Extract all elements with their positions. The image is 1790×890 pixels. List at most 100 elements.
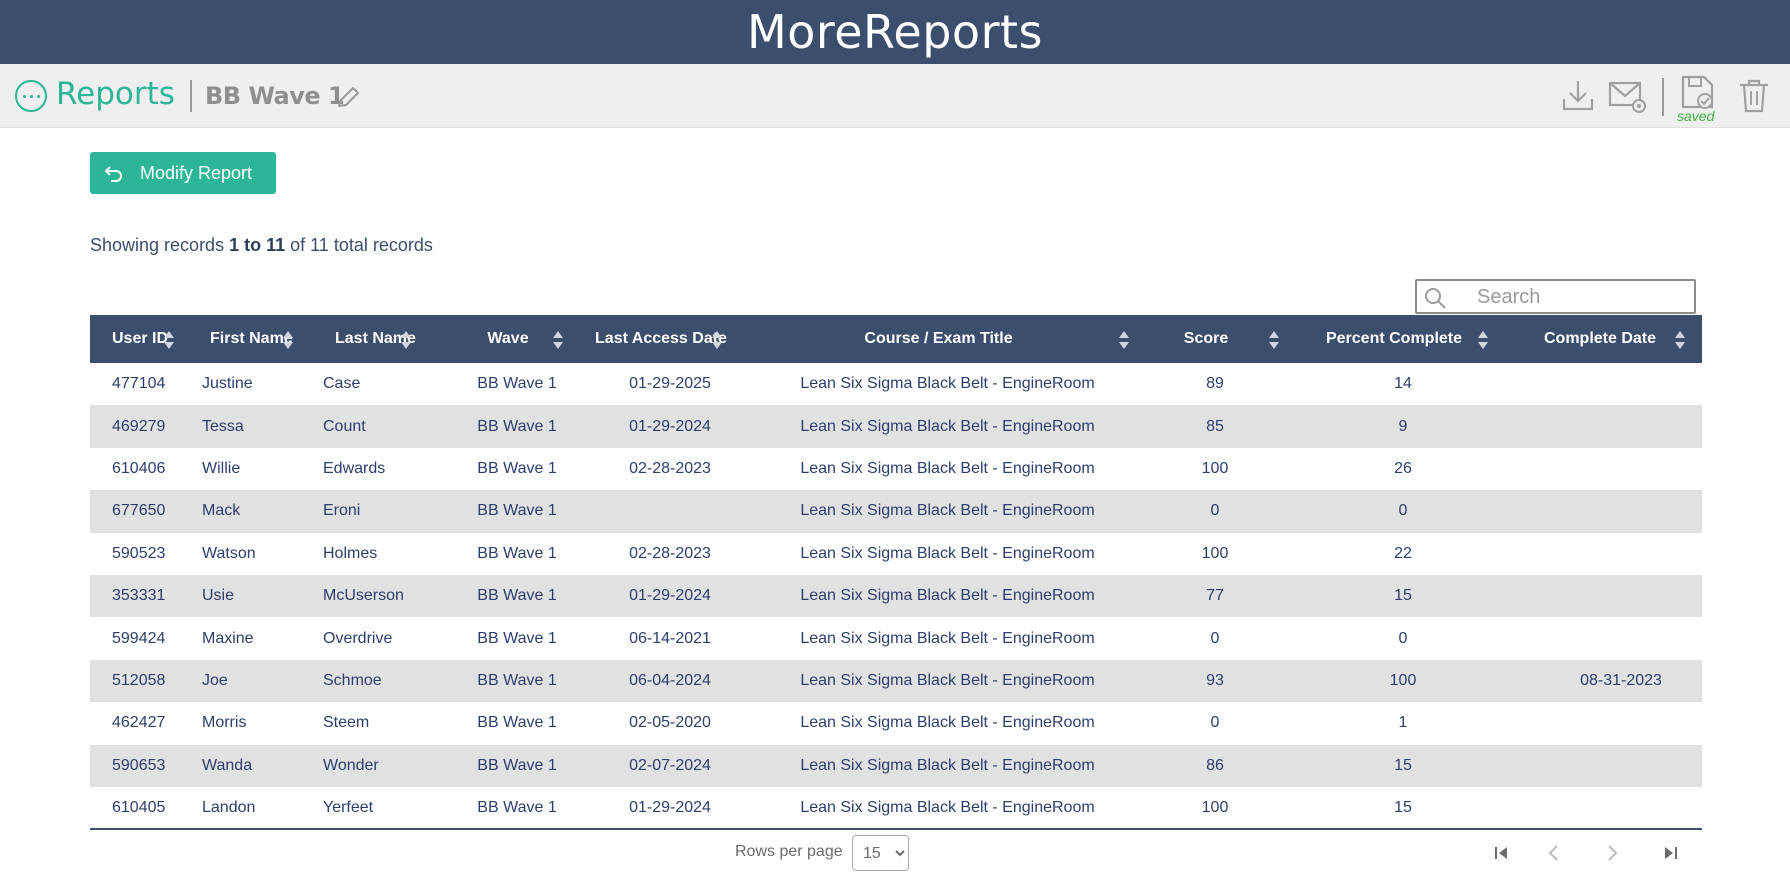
cell-score: 85 [1206, 417, 1224, 435]
rows-per-page-select[interactable]: 15 [852, 835, 909, 871]
cell-complete-date [1516, 490, 1702, 532]
cell-percent-complete: 0 [1398, 629, 1408, 647]
cell-wave: BB Wave 1 [477, 459, 557, 477]
cell-user-id: 610406 [112, 459, 166, 477]
cell-last-access-date: 01-29-2024 [629, 798, 711, 816]
download-icon[interactable] [1560, 77, 1596, 115]
column-header-course-exam-title[interactable]: Course / Exam Title [755, 315, 1140, 363]
next-page-icon[interactable] [1601, 842, 1623, 864]
app-title: MoreReports [747, 5, 1043, 59]
column-label-score: Score [1183, 330, 1229, 347]
cell-complete-date [1516, 745, 1702, 787]
sort-icon[interactable] [1477, 330, 1489, 350]
cell-last-name: Yerfeet [323, 798, 374, 816]
cell-wave: BB Wave 1 [477, 629, 557, 647]
table-row: 353331 Usie McUserson BB Wave 1 01-29-2024 Le… [90, 574, 1702, 618]
cell-complete-date [1516, 575, 1702, 617]
cell-percent-complete: 15 [1394, 756, 1412, 774]
cell-course-exam-title: Lean Six Sigma Black Belt - EngineRoom [800, 375, 1095, 393]
column-header-wave[interactable]: Wave [449, 315, 585, 363]
column-label-first-name: First Name [210, 330, 293, 347]
pencil-icon[interactable] [334, 84, 362, 112]
cell-percent-complete: 14 [1394, 375, 1412, 393]
sort-icon[interactable] [282, 330, 294, 350]
column-header-first-name[interactable]: First Name [194, 315, 315, 363]
cell-course-exam-title: Lean Six Sigma Black Belt - EngineRoom [800, 714, 1095, 732]
sort-icon[interactable] [163, 330, 175, 350]
table-row: 610405 Landon Yerfeet BB Wave 1 01-29-2024 Le… [90, 787, 1702, 829]
trash-icon[interactable] [1736, 77, 1772, 115]
cell-percent-complete: 22 [1394, 544, 1412, 562]
cell-score: 100 [1201, 459, 1229, 477]
cell-course-exam-title: Lean Six Sigma Black Belt - EngineRoom [800, 544, 1095, 562]
first-page-icon[interactable] [1490, 842, 1512, 864]
records-table: User ID First Name Last Name Wave Last Acces… [90, 315, 1702, 830]
search-icon [1425, 288, 1446, 309]
records-summary: Showing records 1 to 11 of 11 total reco… [90, 235, 433, 255]
cell-complete-date [1516, 448, 1702, 490]
report-toolbar: Reports BB Wave 1 saved [0, 64, 1790, 128]
cell-course-exam-title: Lean Six Sigma Black Belt - EngineRoom [800, 756, 1095, 774]
cell-course-exam-title: Lean Six Sigma Black Belt - EngineRoom [800, 629, 1095, 647]
cell-wave: BB Wave 1 [477, 587, 557, 605]
cell-first-name: Usie [202, 587, 235, 605]
cell-score: 0 [1210, 714, 1220, 732]
column-header-user-id[interactable]: User ID [90, 315, 194, 363]
cell-complete-date [1516, 617, 1702, 659]
cell-course-exam-title: Lean Six Sigma Black Belt - EngineRoom [800, 671, 1095, 689]
sort-icon[interactable] [1268, 330, 1280, 350]
column-header-last-name[interactable]: Last Name [315, 315, 449, 363]
column-label-percent-complete: Percent Complete [1325, 330, 1463, 347]
cell-percent-complete: 15 [1394, 587, 1412, 605]
cell-user-id: 477104 [112, 375, 166, 393]
column-header-percent-complete[interactable]: Percent Complete [1290, 315, 1516, 363]
cell-wave: BB Wave 1 [477, 671, 557, 689]
cell-last-access-date [585, 490, 755, 532]
cell-score: 86 [1206, 756, 1224, 774]
rows-per-page-label: Rows per page [735, 843, 843, 860]
column-label-last-access-date: Last Access Date [595, 330, 727, 347]
cell-last-access-date: 02-28-2023 [629, 459, 711, 477]
cell-first-name: Tessa [202, 417, 244, 435]
cell-last-name: McUserson [323, 587, 404, 605]
column-header-score[interactable]: Score [1140, 315, 1290, 363]
column-label-user-id: User ID [112, 330, 169, 347]
table-row: 462427 Morris Steem BB Wave 1 02-05-2020 Lean… [90, 702, 1702, 744]
search-input[interactable] [1477, 284, 1687, 310]
cell-user-id: 353331 [112, 587, 166, 605]
cell-percent-complete: 100 [1389, 671, 1417, 689]
section-title[interactable]: Reports [56, 76, 175, 112]
email-settings-icon[interactable] [1608, 77, 1648, 115]
modify-report-button[interactable]: Modify Report [90, 152, 276, 194]
cell-last-name: Count [323, 417, 366, 435]
cell-user-id: 469279 [112, 417, 166, 435]
sort-icon[interactable] [400, 330, 412, 350]
sort-icon[interactable] [1118, 330, 1130, 350]
column-header-complete-date[interactable]: Complete Date [1516, 315, 1702, 363]
more-options-icon[interactable] [15, 80, 47, 112]
cell-last-name: Steem [323, 714, 370, 732]
cell-score: 100 [1201, 544, 1229, 562]
last-page-icon[interactable] [1660, 842, 1682, 864]
cell-percent-complete: 26 [1394, 459, 1412, 477]
cell-percent-complete: 15 [1394, 798, 1412, 816]
cell-last-name: Case [323, 375, 361, 393]
previous-page-icon[interactable] [1543, 842, 1565, 864]
table-row: 590653 Wanda Wonder BB Wave 1 02-07-2024 Lean… [90, 744, 1702, 787]
sort-icon[interactable] [711, 330, 723, 350]
title-divider [190, 80, 192, 112]
cell-percent-complete: 1 [1398, 714, 1408, 732]
column-header-last-access-date[interactable]: Last Access Date [585, 315, 755, 363]
saved-status: saved [1677, 108, 1715, 124]
cell-user-id: 462427 [112, 714, 166, 732]
cell-first-name: Morris [202, 714, 247, 732]
sort-icon[interactable] [552, 330, 564, 350]
cell-wave: BB Wave 1 [477, 502, 557, 520]
search-box[interactable] [1415, 279, 1696, 314]
save-icon[interactable] [1680, 74, 1716, 112]
cell-complete-date [1516, 363, 1702, 405]
cell-wave: BB Wave 1 [477, 756, 557, 774]
cell-user-id: 599424 [112, 629, 166, 647]
cell-first-name: Landon [202, 798, 256, 816]
sort-icon[interactable] [1674, 330, 1686, 350]
